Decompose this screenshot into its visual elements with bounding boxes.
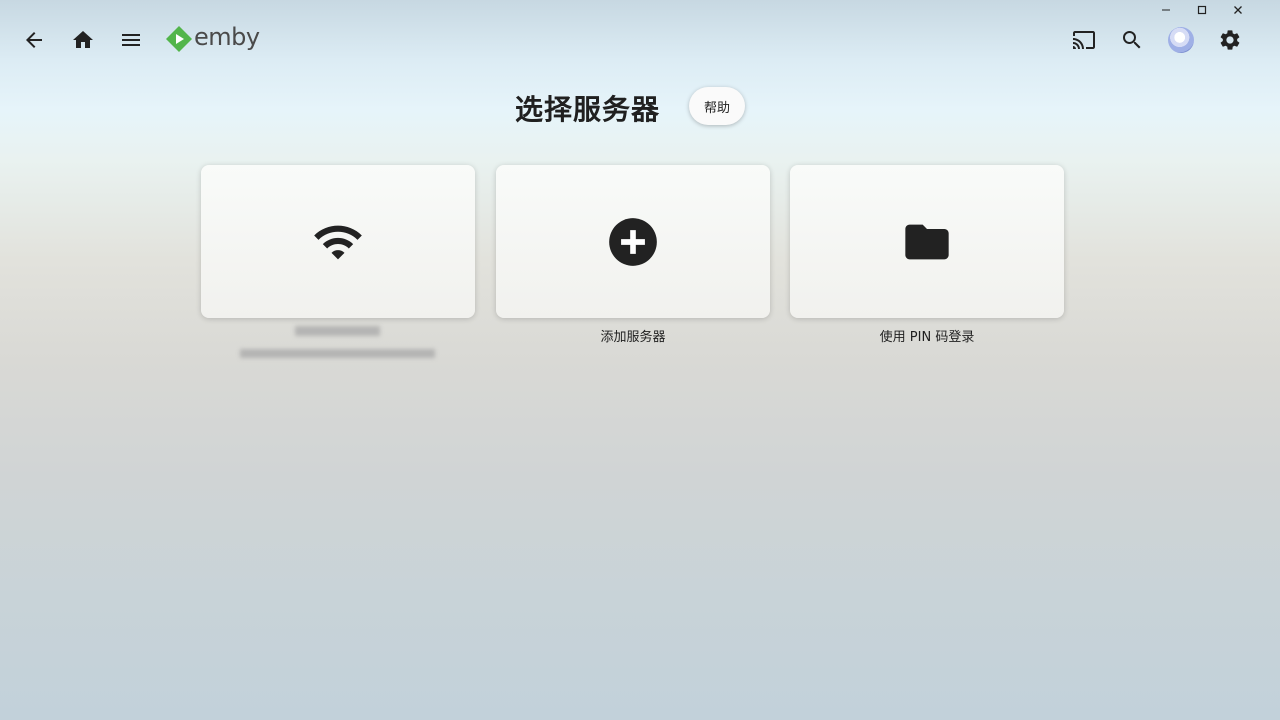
search-icon <box>1123 31 1141 49</box>
user-avatar[interactable] <box>1168 27 1194 53</box>
search-button[interactable] <box>1112 20 1152 60</box>
back-button[interactable] <box>14 20 54 60</box>
logo-text: emby <box>194 23 260 51</box>
page-title: 选择服务器 <box>515 93 661 126</box>
server-card[interactable] <box>201 165 475 318</box>
server-name-redacted <box>295 326 380 336</box>
close-icon <box>1234 6 1242 14</box>
server-address-redacted <box>240 349 435 358</box>
settings-button[interactable] <box>1210 20 1250 60</box>
menu-button[interactable] <box>111 20 151 60</box>
window-controls <box>1148 0 1256 20</box>
close-button[interactable] <box>1220 0 1256 20</box>
cast-icon <box>1073 31 1095 49</box>
minimize-button[interactable] <box>1148 0 1184 20</box>
add-circle-icon <box>609 217 657 266</box>
maximize-icon <box>1197 5 1207 15</box>
app-header: emby <box>0 20 1280 60</box>
folder-icon <box>905 224 949 259</box>
help-button[interactable]: 帮助 <box>689 87 745 125</box>
add-server-label: 添加服务器 <box>600 330 666 345</box>
title-row: 选择服务器 帮助 <box>0 86 1280 126</box>
emby-logo[interactable]: emby <box>165 23 260 54</box>
wifi-icon <box>314 225 362 259</box>
home-icon <box>73 31 93 48</box>
menu-icon <box>122 34 140 46</box>
add-server-card[interactable] <box>496 165 770 318</box>
back-arrow-icon <box>26 32 42 48</box>
settings-icon <box>1220 30 1240 50</box>
pin-login-card[interactable] <box>790 165 1064 318</box>
minimize-icon <box>1162 9 1170 11</box>
maximize-button[interactable] <box>1184 0 1220 20</box>
pin-login-label: 使用 PIN 码登录 <box>879 330 975 345</box>
emby-logo-icon <box>166 26 192 52</box>
home-button[interactable] <box>63 20 103 60</box>
cast-button[interactable] <box>1064 20 1104 60</box>
